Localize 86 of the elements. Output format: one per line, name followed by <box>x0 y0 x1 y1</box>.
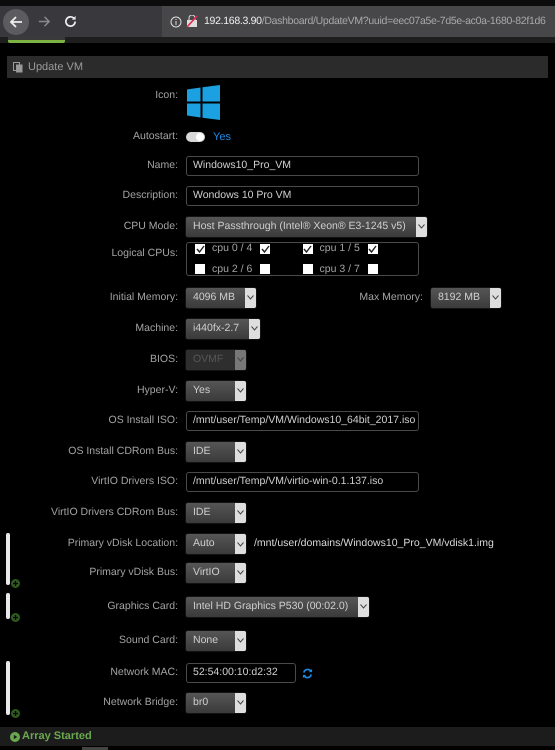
field-label: Initial Memory: <box>108 290 179 305</box>
dropdown[interactable]: Auto <box>186 534 246 554</box>
refresh-icon[interactable] <box>302 668 313 678</box>
checkbox[interactable] <box>368 244 378 254</box>
checkbox[interactable] <box>195 264 205 274</box>
field-label: VirtIO Drivers ISO: <box>90 474 179 490</box>
input-field[interactable]: 52:54:00:10:d2:32 <box>186 663 296 683</box>
dropdown[interactable]: 4096 MB <box>186 288 256 308</box>
field-label: Primary vDisk Bus: <box>88 564 179 580</box>
field-label: Max Memory: <box>359 290 424 305</box>
section-bar <box>6 593 10 619</box>
field-label: BIOS: <box>148 352 179 367</box>
checkbox[interactable] <box>260 264 270 274</box>
cpu-label: cpu 1 / 5 <box>320 240 361 256</box>
back-button[interactable] <box>3 8 29 34</box>
add-icon[interactable] <box>11 709 20 718</box>
panel-title: Update VM <box>28 60 84 75</box>
checkbox[interactable] <box>302 264 312 274</box>
checkbox[interactable] <box>368 264 378 274</box>
chevron-down-icon <box>251 326 258 331</box>
play-circle-icon <box>10 732 20 742</box>
field-label: Description: <box>122 188 179 204</box>
windows-logo-icon[interactable] <box>187 85 220 120</box>
field-label: CPU Mode: <box>122 218 179 234</box>
dropdown[interactable]: IDE <box>186 502 246 522</box>
cpu-label: cpu 0 / 4 <box>212 240 254 256</box>
section-bar <box>6 533 10 585</box>
checkbox[interactable] <box>195 244 205 254</box>
cpu-label: cpu 3 / 7 <box>320 262 361 276</box>
url-text: 192.168.3.90/Dashboard/UpdateVM?uuid=eec07a5e-7d5e-ac0a-1680-82f1d6 <box>204 14 546 29</box>
field-label: OS Install ISO: <box>108 413 179 428</box>
field-label: Icon: <box>154 88 179 103</box>
dropdown[interactable]: Yes <box>186 380 246 400</box>
chevron-down-icon <box>237 570 244 575</box>
chevron-down-icon <box>237 388 244 393</box>
add-icon[interactable] <box>11 613 20 622</box>
dropdown[interactable]: None <box>186 630 246 650</box>
add-icon[interactable] <box>11 579 20 588</box>
chevron-down-icon <box>492 295 499 300</box>
field-label: Network Bridge: <box>102 694 179 710</box>
dropdown[interactable]: IDE <box>186 442 246 462</box>
checkbox[interactable] <box>260 244 270 254</box>
vdisk-path: /mnt/user/domains/Windows10_Pro_VM/vdisk1.img <box>254 536 494 552</box>
reload-icon <box>64 15 76 28</box>
dropdown[interactable]: Host Passthrough (Intel® Xeon® E3-1245 v5) <box>186 216 427 236</box>
field-label: OS Install CDRom Bus: <box>67 444 179 459</box>
chevron-down-icon <box>360 604 368 609</box>
field-label: Name: <box>146 158 179 174</box>
field-label: Autostart: <box>132 129 179 144</box>
crossed-lock-icon <box>186 15 198 28</box>
cpu-label: cpu 2 / 6 <box>212 262 254 276</box>
dropdown[interactable]: VirtIO <box>186 562 246 582</box>
chevron-down-icon <box>237 510 244 515</box>
chevron-down-icon <box>237 638 244 643</box>
chevron-down-icon <box>247 295 254 300</box>
back-arrow-icon <box>9 14 23 28</box>
toggle-value: Yes <box>213 130 231 145</box>
field-label: Hyper-V: <box>136 382 179 398</box>
field-label: Network MAC: <box>109 665 179 680</box>
dropdown[interactable]: br0 <box>186 692 246 712</box>
copy-icon <box>13 62 23 72</box>
field-label: Primary vDisk Location: <box>66 536 179 552</box>
field-label: VirtIO Drivers CDRom Bus: <box>50 504 179 520</box>
section-bar <box>6 661 10 715</box>
dropdown[interactable]: i440fx-2.7 <box>186 318 260 338</box>
dropdown[interactable]: Intel HD Graphics P530 (00:02.0) <box>186 596 370 616</box>
input-field[interactable]: Wondows 10 Pro VM <box>186 186 419 206</box>
input-field[interactable]: Windows10_Pro_VM <box>186 156 419 176</box>
checkbox[interactable] <box>302 244 312 254</box>
info-icon <box>170 16 182 28</box>
input-field[interactable]: /mnt/user/Temp/VM/Windows10_64bit_2017.iso <box>186 411 419 431</box>
address-bar[interactable]: 192.168.3.90/Dashboard/UpdateVM?uuid=eec07a5e-7d5e-ac0a-1680-82f1d6 <box>162 6 555 37</box>
field-label: Sound Card: <box>118 632 179 648</box>
chevron-down-icon <box>237 449 244 454</box>
input-field[interactable]: /mnt/user/Temp/VM/virtio-win-0.1.137.iso <box>186 472 419 492</box>
chevron-down-icon <box>237 357 244 362</box>
status-text: Array Started <box>22 729 92 744</box>
forward-arrow-icon <box>38 15 50 28</box>
field-label: Logical CPUs: <box>110 246 179 261</box>
dropdown[interactable]: 8192 MB <box>430 288 501 308</box>
chevron-down-icon <box>237 542 244 546</box>
chevron-down-icon <box>418 224 425 229</box>
field-label: Graphics Card: <box>106 598 179 614</box>
toggle-switch[interactable] <box>186 132 205 142</box>
chevron-down-icon <box>237 700 244 705</box>
field-label: Machine: <box>134 320 179 336</box>
